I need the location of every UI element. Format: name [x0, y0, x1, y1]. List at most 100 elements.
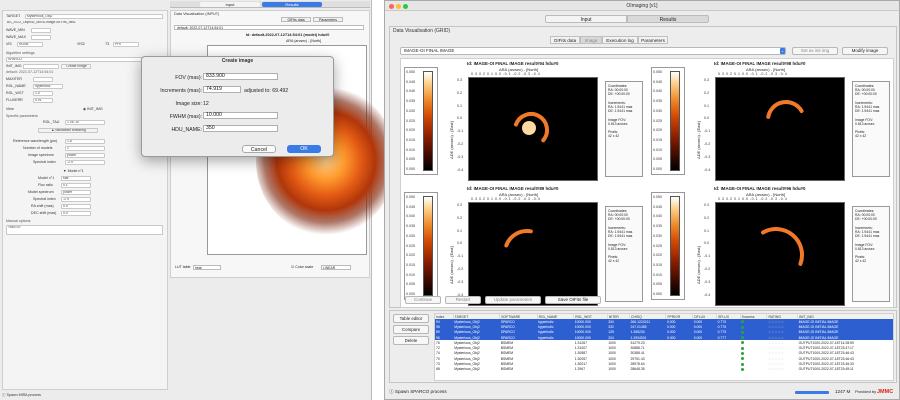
star-icon[interactable]: ☆☆☆☆☆ — [768, 341, 784, 345]
fov-input[interactable]: 833.900 — [203, 73, 278, 80]
image-select[interactable]: IMAGE-OI FINAL IMAGE — [400, 47, 786, 55]
set-init-img-button[interactable]: Set as init img — [792, 47, 838, 55]
wave-min-input[interactable] — [31, 28, 51, 33]
fwhm-label: FWHM (mas): — [169, 114, 202, 120]
delete-button[interactable]: Delete — [393, 336, 429, 345]
t3-select[interactable]: PHI — [113, 42, 139, 47]
update-parameters-button[interactable]: Update parameters — [485, 296, 541, 304]
success-icon — [741, 362, 745, 366]
tab-input[interactable]: Input — [545, 15, 627, 23]
star-icon[interactable]: ☆☆☆☆☆ — [768, 330, 784, 334]
right-app-window: OImaging [v1] Input Results Data Visuali… — [384, 0, 900, 400]
star-icon[interactable]: ☆☆☆☆☆ — [768, 346, 784, 350]
init-img-select[interactable] — [23, 64, 59, 69]
rating-cell[interactable]: ☆☆☆☆☆ — [767, 367, 798, 372]
model-spectral-index-input[interactable]: -2.9 — [61, 197, 91, 202]
cancel-button[interactable]: Cancel — [242, 145, 276, 153]
star-icon[interactable]: ☆☆☆☆☆ — [768, 325, 784, 329]
rgl-name-label: RGL_NAME — [6, 84, 26, 88]
rgl-tau-input[interactable]: 1.0E-10 — [65, 120, 105, 125]
bandwidth-toggle[interactable]: ▲ bandwidth smearing — [38, 128, 98, 133]
num-models-input[interactable]: 1 — [65, 146, 105, 151]
image-cell-4: 0.050 0.045 0.040 0.035 0.030 0.025 0.020 0.015… — [648, 184, 895, 309]
vis-select[interactable]: NONE — [17, 42, 43, 47]
increments-input[interactable]: 74.919 — [203, 86, 241, 93]
y-tick-label: 0.1 — [704, 103, 709, 108]
colorbar-tick: 0.050 — [406, 70, 415, 74]
create-image-button[interactable]: Create Image — [61, 64, 91, 69]
y-tick-label: 0.2 — [704, 90, 709, 95]
continue-button[interactable]: Continue — [405, 296, 441, 304]
colorbar-tick: 0.010 — [406, 272, 415, 277]
image-spectrum-select[interactable]: power — [65, 153, 105, 158]
left-tab-input[interactable]: Input — [200, 2, 260, 7]
flux-err-input[interactable]: 0.01 — [33, 98, 53, 103]
star-icon[interactable]: ☆☆☆☆☆ — [768, 367, 784, 371]
table-row[interactable]: 68 Mysterious_Obj2 BSMEM 1.2967 1000 28648.35… — [435, 367, 893, 372]
left-viz-tab-params[interactable]: Parameters — [313, 17, 343, 22]
maxiter-input[interactable] — [33, 77, 53, 82]
compare-button[interactable]: Compare — [393, 325, 429, 334]
y-tick-label: 0.0 — [457, 241, 462, 246]
x-tick-labels: 0.3 0.2 0.1 0.0 -0.1 -0.2 -0.3 -0.4 — [718, 197, 788, 201]
image-info-line: 42 x 42 — [855, 259, 867, 264]
left-viz-tab-oifits[interactable]: OIFits data — [281, 17, 311, 22]
subtab-image[interactable]: Image — [580, 36, 602, 44]
ref-wavelength-input[interactable]: 1.6 — [65, 139, 105, 144]
reconstructed-image[interactable] — [468, 77, 598, 181]
hdu-name-input[interactable]: 350 — [203, 125, 278, 132]
init-img-label: INIT_IMG — [6, 64, 22, 68]
dec-shift-input[interactable]: 0.0 — [61, 211, 91, 216]
star-icon[interactable]: ☆☆☆☆☆ — [768, 336, 784, 340]
save-oifits-button[interactable]: Save OIFits file — [545, 296, 601, 304]
lut-select[interactable]: heat — [193, 265, 221, 270]
reconstructed-image[interactable] — [715, 77, 845, 181]
manual-options-textarea[interactable]: <ra0=0> — [6, 225, 163, 235]
algorithm-select[interactable]: SPARCO — [6, 57, 163, 62]
ok-button[interactable]: OK — [287, 145, 321, 153]
y-tick-label: 0.3 — [704, 78, 709, 82]
model-spectrum-label: Model spectrum — [28, 190, 54, 194]
chevron-down-icon[interactable]: ⌄ — [780, 48, 785, 54]
fwhm-input[interactable]: 10.000 — [203, 112, 278, 119]
y-tick-label: -0.2 — [457, 267, 464, 271]
star-icon[interactable]: ☆☆☆☆☆ — [768, 357, 784, 361]
init-img-radio[interactable]: ◉ INIT_IMG — [83, 107, 103, 112]
reconstructed-image[interactable] — [468, 202, 598, 306]
tab-results[interactable]: Results — [627, 15, 709, 23]
table-editor-button[interactable]: Table editor — [393, 314, 429, 323]
success-icon — [741, 352, 745, 356]
flux-ratio-input[interactable]: 0.1 — [61, 183, 91, 188]
color-scale-select[interactable]: LINEAR — [321, 265, 351, 270]
left-tab-results[interactable]: Results — [262, 2, 322, 7]
star-icon[interactable]: ☆☆☆☆☆ — [768, 362, 784, 366]
image-info-line: 42 x 42 — [608, 259, 620, 264]
spectral-index-input[interactable]: -2.9 — [65, 160, 105, 165]
subtab-oifits[interactable]: OIFits data — [550, 36, 580, 44]
star-icon[interactable]: ☆☆☆☆☆ — [768, 320, 784, 324]
subtab-parameters[interactable]: Parameters — [638, 36, 668, 44]
color-scale-label: ☑ Color scale — [291, 265, 313, 269]
restart-button[interactable]: Restart — [445, 296, 481, 304]
increments-label: Increments (mas): — [160, 88, 202, 94]
target-select[interactable]: Mysterious_Obj2 — [25, 14, 163, 19]
results-table: Index TARGET SOFTWARE RGL_NAME RGL_WGT NITER C… — [434, 313, 894, 381]
star-icon[interactable]: ☆☆☆☆☆ — [768, 351, 784, 355]
wave-max-input[interactable] — [31, 35, 51, 40]
ra-shift-input[interactable]: 0.0 — [61, 204, 91, 209]
table-cell: Mysterious_Obj2 — [454, 367, 480, 372]
image-info-box: Coordinates: RA: 00:00:00 DE: +00:00:00 Inc… — [852, 206, 890, 302]
model-spectrum-select[interactable]: power — [61, 190, 91, 195]
left-viz-select[interactable]: default: 2022-07-12T14:54:01 — [174, 25, 364, 30]
modify-image-button[interactable]: Modify image — [842, 47, 888, 55]
colorbar-tick: 0.045 — [653, 204, 662, 209]
dv-title: Data Visualisation (GRID) — [393, 28, 451, 34]
model1-section[interactable]: ▼ Model n°1 — [63, 169, 84, 174]
colorbar — [670, 71, 680, 171]
subtab-execution-log[interactable]: Execution log — [602, 36, 638, 44]
rgl-wgt-input[interactable]: 1.0 — [33, 91, 53, 96]
rgl-name-select[interactable]: hyperbolic — [33, 84, 63, 89]
model1-select[interactable]: star — [61, 176, 91, 181]
reconstructed-image[interactable] — [715, 202, 845, 306]
colorbar-tick: 0.025 — [406, 243, 415, 248]
